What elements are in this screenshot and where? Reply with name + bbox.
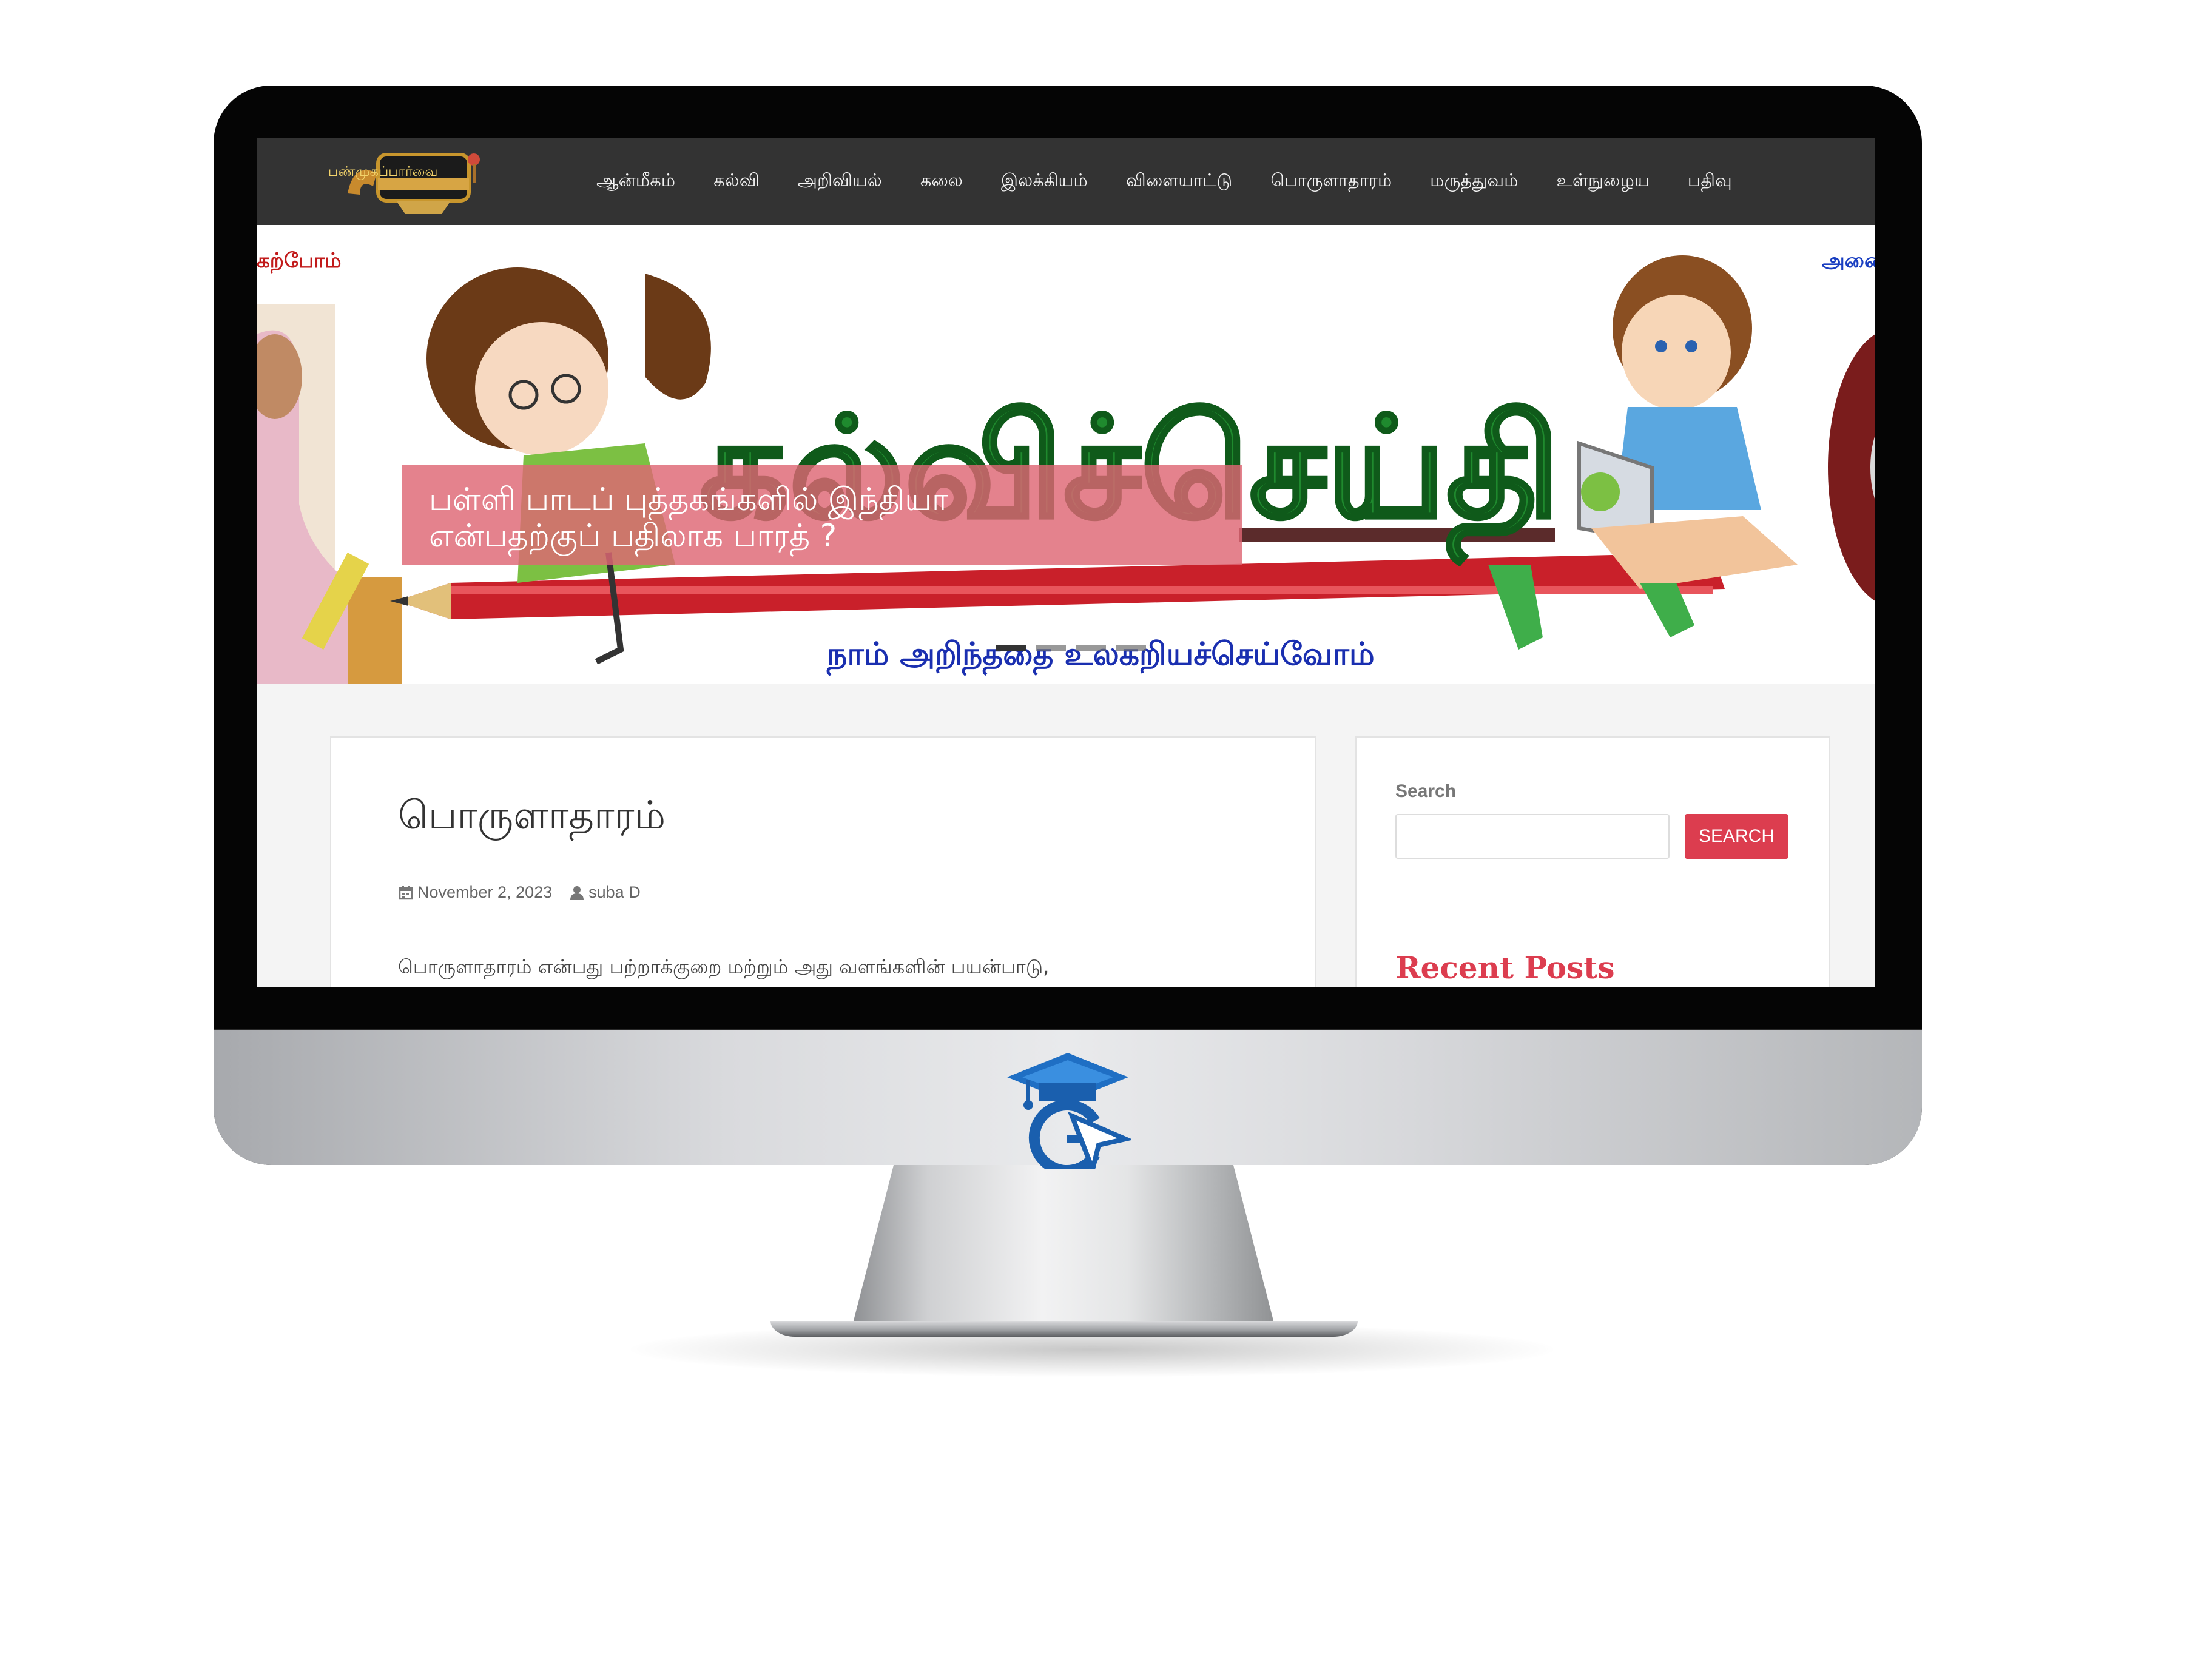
post-date[interactable]: November 2, 2023	[417, 883, 552, 902]
nav-item-art[interactable]: கலை	[920, 170, 963, 193]
recent-posts-heading: Recent Posts	[1395, 950, 1615, 986]
browser-screen: பண்முகப்பார்வை ஆன்மீகம் கல்வி அறிவியல் க…	[257, 138, 1875, 987]
sidebar-widget: Search SEARCH Recent Posts	[1355, 736, 1830, 987]
search-button[interactable]: SEARCH	[1685, 814, 1788, 859]
hero-caption-box[interactable]: பள்ளி பாடப் புத்தகங்களில் இந்தியா என்பதற…	[402, 465, 1242, 565]
slider-dot[interactable]	[996, 645, 1026, 651]
nav-item-literature[interactable]: இலக்கியம்	[1001, 170, 1088, 193]
post-title[interactable]: பொருளாதாரம்	[398, 793, 666, 843]
nav-item-login[interactable]: உள்நுழைய	[1557, 170, 1650, 193]
user-icon	[570, 885, 584, 900]
graduation-cap-logo-icon	[1007, 1053, 1131, 1169]
nav-item-education[interactable]: கல்வி	[713, 170, 760, 193]
post-meta: November 2, 2023 suba D	[398, 883, 641, 902]
search-input[interactable]	[1395, 814, 1670, 859]
slider-dot[interactable]	[1076, 645, 1106, 651]
hero-tagline: நாம் அறிந்ததை உலகறியச்செய்வோம்	[826, 636, 1375, 676]
nav-item-economics[interactable]: பொருளாதாரம்	[1270, 170, 1392, 193]
slider-dot[interactable]	[1116, 645, 1146, 651]
search-label: Search	[1395, 781, 1457, 801]
post-excerpt: பொருளாதாரம் என்பது பற்றாக்குறை மற்றும் அ…	[398, 955, 1050, 978]
slider-indicators	[996, 645, 1146, 651]
hero-caption-line-2: என்பதற்குப் பதிலாக பாரத் ?	[429, 518, 837, 554]
monitor-stand-base	[770, 1321, 1358, 1337]
nav-item-science[interactable]: அறிவியல்	[798, 170, 882, 193]
main-nav-menu: ஆன்மீகம் கல்வி அறிவியல் கலை இலக்கியம் வி…	[596, 138, 1732, 225]
post-author[interactable]: suba D	[588, 883, 641, 902]
calendar-icon	[399, 885, 413, 899]
slider-dot[interactable]	[1036, 645, 1066, 651]
nav-item-medicine[interactable]: மருத்துவம்	[1430, 170, 1518, 193]
nav-item-register[interactable]: பதிவு	[1688, 170, 1732, 193]
hero-left-edge-text: கற்போம்	[257, 249, 341, 274]
hero-right-edge-text: அனை	[1822, 249, 1875, 273]
hero-caption-line-1: பள்ளி பாடப் புத்தகங்களில் இந்தியா	[429, 482, 949, 518]
nav-item-sports[interactable]: விளையாட்டு	[1126, 170, 1233, 193]
monitor-stand-neck	[851, 1165, 1276, 1330]
nav-item-spirituality[interactable]: ஆன்மீகம்	[596, 170, 675, 193]
site-logo-text: பண்முகப்பார்வை	[328, 164, 438, 180]
site-navbar: பண்முகப்பார்வை ஆன்மீகம் கல்வி அறிவியல் க…	[257, 138, 1875, 225]
hero-banner-image: கற்போம் அனை நாம் அறிந்ததை உலகறியச்செய்வோ…	[257, 225, 1875, 684]
post-card: பொருளாதாரம் November 2, 2023 suba D பொரு…	[330, 736, 1316, 987]
hero-slider[interactable]: கற்போம் அனை நாம் அறிந்ததை உலகறியச்செய்வோ…	[257, 225, 1875, 684]
